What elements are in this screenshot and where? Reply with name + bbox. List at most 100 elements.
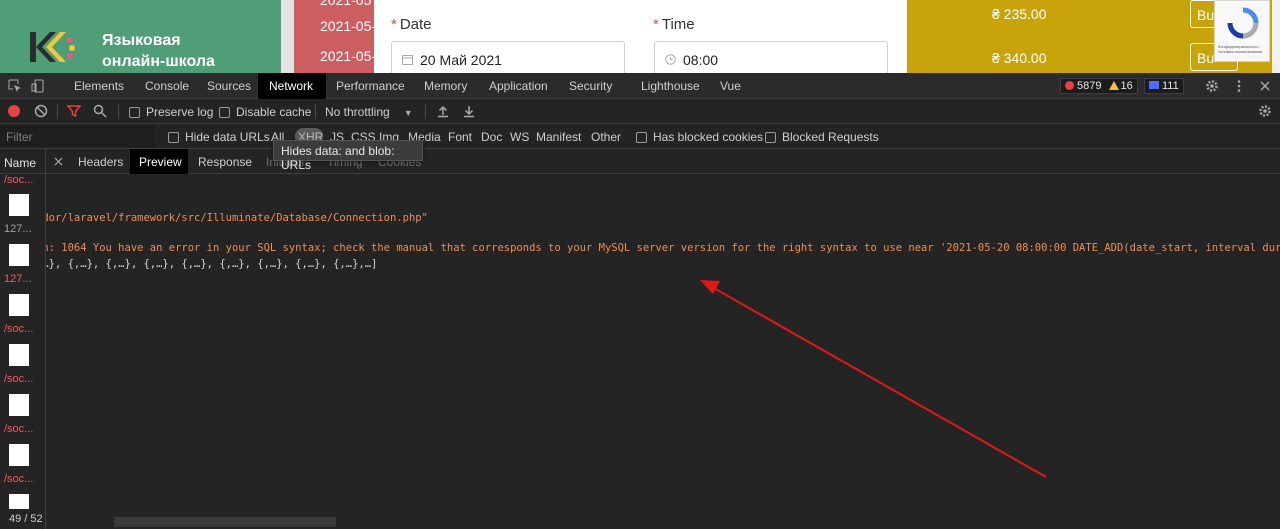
filter-doc[interactable]: Doc <box>481 130 502 144</box>
request-name[interactable]: /soc... <box>4 473 33 485</box>
hide-data-urls-checkbox[interactable]: Hide data URLs <box>168 130 270 144</box>
filter-font[interactable]: Font <box>448 130 472 144</box>
divider <box>281 0 294 73</box>
tab-console[interactable]: Console <box>145 73 189 99</box>
request-thumbnail[interactable] <box>9 344 29 366</box>
tab-response[interactable]: Response <box>198 149 252 174</box>
page-scrollbar[interactable] <box>1272 0 1280 73</box>
time-field[interactable]: 08:00 <box>654 41 888 73</box>
filter-manifest[interactable]: Manifest <box>536 130 581 144</box>
tab-security[interactable]: Security <box>569 73 612 99</box>
device-toolbar-icon[interactable] <box>31 79 45 93</box>
network-settings-gear-icon[interactable] <box>1258 104 1272 118</box>
warning-icon <box>1108 81 1119 90</box>
pricing-column: ₴ 235.00 ₴ 340.00 Bu Bu Конфиденциальнос… <box>907 0 1280 73</box>
schedule-date-column: 2021-05 2021-05- 2021-05- <box>294 0 377 73</box>
date-field[interactable]: 20 Май 2021 <box>391 41 625 73</box>
screenshot: Языковая онлайн-школа 2021-05 2021-05- 2… <box>0 0 1280 529</box>
throttling-select[interactable]: No throttling ▼ <box>325 105 413 119</box>
error-count: 5879 <box>1077 80 1102 92</box>
devtools-tab-bar: Elements Console Sources Network Perform… <box>0 73 1280 99</box>
date-label: * Date <box>391 16 432 33</box>
dropdown-arrow-icon: ▼ <box>403 108 413 118</box>
tab-network[interactable]: Network <box>258 73 326 99</box>
message-icon <box>1149 81 1159 89</box>
request-thumbnail[interactable] <box>9 194 29 216</box>
error-file-line: ndor/laravel/framework/src/Illuminate/Da… <box>46 212 428 224</box>
request-name[interactable]: /soc... <box>4 323 33 335</box>
request-name[interactable]: /soc... <box>4 423 33 435</box>
recaptcha-icon <box>1227 7 1259 39</box>
name-column-header[interactable]: Name <box>0 149 45 174</box>
tab-vue[interactable]: Vue <box>720 73 741 99</box>
recaptcha-text: Конфиденциальность · Условия использован… <box>1218 44 1263 54</box>
close-detail-icon[interactable] <box>54 157 63 166</box>
tab-memory[interactable]: Memory <box>424 73 467 99</box>
settings-gear-icon[interactable] <box>1205 79 1219 93</box>
schedule-date: 2021-05- <box>320 48 377 64</box>
filter-other[interactable]: Other <box>591 130 621 144</box>
divider <box>425 104 426 119</box>
request-detail-tabs: Headers Preview Response Initiator Timin… <box>46 149 1280 174</box>
more-options-icon[interactable] <box>1232 79 1246 93</box>
tab-sources[interactable]: Sources <box>207 73 251 99</box>
school-logo-icon[interactable] <box>28 26 78 68</box>
price: ₴ 235.00 <box>992 6 1047 22</box>
tab-elements[interactable]: Elements <box>74 73 124 99</box>
message-count: 111 <box>1162 80 1179 92</box>
calendar-icon <box>402 55 413 65</box>
request-name[interactable]: 127... <box>4 273 32 285</box>
import-har-icon[interactable] <box>436 104 450 118</box>
request-name[interactable]: /soc... <box>4 174 33 186</box>
preserve-log-checkbox[interactable]: Preserve log <box>129 105 213 119</box>
disable-cache-checkbox[interactable]: Disable cache <box>219 105 311 119</box>
request-thumbnail[interactable] <box>9 244 29 266</box>
tab-preview[interactable]: Preview <box>130 149 188 174</box>
clear-icon[interactable] <box>34 104 48 118</box>
divider <box>118 104 119 119</box>
export-har-icon[interactable] <box>462 104 476 118</box>
tab-headers[interactable]: Headers <box>78 149 123 174</box>
school-name: Языковая онлайн-школа <box>102 30 215 72</box>
record-icon[interactable] <box>7 104 21 118</box>
school-name-line2: онлайн-школа <box>102 53 215 70</box>
has-blocked-cookies-checkbox[interactable]: Has blocked cookies <box>636 130 763 144</box>
response-preview: ndor/laravel/framework/src/Illuminate/Da… <box>46 174 1280 515</box>
blocked-requests-checkbox[interactable]: Blocked Requests <box>765 130 879 144</box>
request-thumbnail[interactable] <box>9 444 29 466</box>
warning-count: 16 <box>1120 80 1133 92</box>
schedule-date: 2021-05 <box>320 0 372 8</box>
devtools-panel: Elements Console Sources Network Perform… <box>0 73 1280 529</box>
divider <box>315 104 316 119</box>
filter-ws[interactable]: WS <box>510 130 529 144</box>
school-name-line1: Языковая <box>102 32 181 49</box>
schedule-date: 2021-05- <box>320 18 377 34</box>
search-icon[interactable] <box>93 104 107 118</box>
message-counter[interactable]: 111 <box>1144 78 1184 94</box>
request-thumbnail[interactable] <box>9 394 29 416</box>
site-header-logo-area: Языковая онлайн-школа <box>0 0 281 73</box>
horizontal-scrollbar[interactable] <box>46 515 1280 529</box>
network-filter-bar: Filter Hide data URLs All XHR JS CSS Img… <box>0 124 1280 149</box>
request-thumbnail[interactable] <box>9 294 29 316</box>
filter-funnel-icon[interactable] <box>67 104 81 118</box>
website-viewport: Языковая онлайн-школа 2021-05 2021-05- 2… <box>0 0 1280 73</box>
tab-application[interactable]: Application <box>489 73 548 99</box>
error-warning-counter[interactable]: 5879 16 <box>1060 78 1138 94</box>
tab-lighthouse[interactable]: Lighthouse <box>641 73 700 99</box>
tab-performance[interactable]: Performance <box>336 73 405 99</box>
filter-input[interactable]: Filter <box>0 125 155 147</box>
close-devtools-icon[interactable] <box>1258 79 1272 93</box>
time-label: * Time <box>653 16 695 33</box>
request-name[interactable]: 127... <box>4 223 32 235</box>
scrollbar-thumb[interactable] <box>114 517 336 527</box>
inspect-element-icon[interactable] <box>8 79 22 93</box>
request-name[interactable]: /soc... <box>4 373 33 385</box>
divider <box>57 104 58 119</box>
clock-icon <box>665 54 676 65</box>
trace-array: ,…}, {,…}, {,…}, {,…}, {,…}, {,…}, {,…},… <box>46 258 378 270</box>
tooltip: Hides data: and blob: URLs <box>273 140 423 172</box>
price: ₴ 340.00 <box>992 50 1047 66</box>
recaptcha-badge[interactable]: Конфиденциальность · Условия использован… <box>1214 0 1270 62</box>
sql-error-message: on: 1064 You have an error in your SQL s… <box>46 242 1280 254</box>
